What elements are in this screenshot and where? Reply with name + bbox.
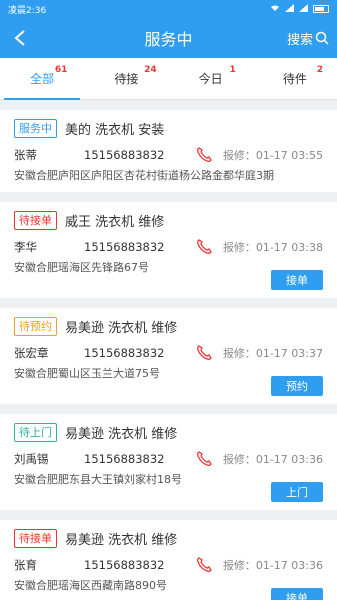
schedule-button[interactable]: 预约 bbox=[271, 376, 323, 396]
customer-name: 张蒂 bbox=[14, 148, 37, 162]
tab-label: 待接 bbox=[114, 72, 139, 86]
status-badge: 服务中 bbox=[14, 118, 57, 138]
tab-label: 待件 bbox=[282, 72, 307, 86]
status-time: 凌晨2:36 bbox=[8, 5, 47, 16]
order-card[interactable]: 待接单 易美逊 洗衣机 维修 张育 15156883832 报修：01-17 0… bbox=[0, 520, 337, 600]
phone-number: 15156883832 bbox=[84, 148, 165, 162]
order-list: 服务中 美的 洗衣机 安装 张蒂 15156883832 报修：01-17 03… bbox=[0, 100, 337, 600]
order-card[interactable]: 待上门 易美逊 洗衣机 维修 刘禹锡 15156883832 报修：01-17 … bbox=[0, 414, 337, 510]
customer-name: 刘禹锡 bbox=[14, 452, 49, 466]
visit-button[interactable]: 上门 bbox=[271, 482, 323, 502]
tab-parts[interactable]: 待件 2 bbox=[253, 58, 337, 99]
status-badge: 待接单 bbox=[14, 210, 57, 230]
tab-count-badge: 24 bbox=[144, 65, 157, 75]
back-button[interactable] bbox=[8, 24, 32, 52]
tab-count-badge: 2 bbox=[316, 65, 323, 75]
order-title: 易美逊 洗衣机 维修 bbox=[65, 532, 178, 548]
address: 安徽合肥庐阳区庐阳区杏花村街道杨公路金都华庭3期 bbox=[14, 169, 274, 182]
order-card[interactable]: 待接单 威王 洗衣机 维修 李华 15156883832 报修：01-17 03… bbox=[0, 202, 337, 298]
order-title: 易美逊 洗衣机 维修 bbox=[65, 320, 178, 336]
phone-icon[interactable] bbox=[194, 237, 214, 257]
chevron-left-icon bbox=[14, 30, 25, 46]
order-card[interactable]: 服务中 美的 洗衣机 安装 张蒂 15156883832 报修：01-17 03… bbox=[0, 110, 337, 192]
order-title: 易美逊 洗衣机 维修 bbox=[65, 426, 178, 442]
tab-count-badge: 1 bbox=[229, 65, 236, 75]
battery-icon bbox=[313, 5, 329, 13]
tab-bar: 全部 61 待接 24 今日 1 待件 2 bbox=[0, 58, 337, 100]
phone-icon[interactable] bbox=[194, 555, 214, 575]
phone-icon[interactable] bbox=[194, 343, 214, 363]
phone-number: 15156883832 bbox=[84, 452, 165, 466]
tab-count-badge: 61 bbox=[54, 65, 68, 75]
accept-order-button[interactable]: 接单 bbox=[271, 270, 323, 290]
signal-icon-2 bbox=[299, 3, 308, 15]
accept-order-button[interactable]: 接单 bbox=[271, 588, 323, 600]
status-bar: 凌晨2:36 bbox=[0, 0, 337, 18]
customer-name: 李华 bbox=[14, 240, 37, 254]
phone-number: 15156883832 bbox=[84, 240, 165, 254]
tab-label: 全部 bbox=[30, 72, 55, 86]
search-label: 搜索 bbox=[286, 32, 313, 48]
phone-icon[interactable] bbox=[194, 449, 214, 469]
header: 服务中 搜索 bbox=[0, 18, 337, 58]
status-badge: 待接单 bbox=[14, 528, 57, 548]
repair-date: 报修：01-17 03:36 bbox=[222, 559, 323, 572]
tab-today[interactable]: 今日 1 bbox=[169, 58, 253, 99]
phone-number: 15156883832 bbox=[84, 558, 165, 572]
search-icon bbox=[315, 31, 329, 45]
phone-number: 15156883832 bbox=[84, 346, 165, 360]
tab-pending[interactable]: 待接 24 bbox=[84, 58, 168, 99]
wifi-icon bbox=[270, 4, 280, 15]
order-title: 美的 洗衣机 安装 bbox=[65, 122, 165, 138]
customer-name: 张育 bbox=[14, 558, 37, 572]
tab-label: 今日 bbox=[198, 72, 223, 86]
customer-name: 张宏章 bbox=[14, 346, 49, 360]
order-card[interactable]: 待预约 易美逊 洗衣机 维修 张宏章 15156883832 报修：01-17 … bbox=[0, 308, 337, 404]
tab-all[interactable]: 全部 61 bbox=[0, 58, 84, 100]
search-button[interactable]: 搜索 bbox=[287, 18, 329, 58]
repair-date: 报修：01-17 03:38 bbox=[222, 241, 323, 254]
order-title: 威王 洗衣机 维修 bbox=[65, 214, 165, 230]
status-icons bbox=[270, 3, 329, 15]
repair-date: 报修：01-17 03:55 bbox=[222, 149, 323, 162]
repair-date: 报修：01-17 03:37 bbox=[222, 347, 323, 360]
phone-icon[interactable] bbox=[194, 145, 214, 165]
repair-date: 报修：01-17 03:36 bbox=[222, 453, 323, 466]
status-badge: 待上门 bbox=[14, 422, 57, 442]
status-badge: 待预约 bbox=[14, 316, 57, 336]
signal-icon bbox=[285, 3, 294, 15]
